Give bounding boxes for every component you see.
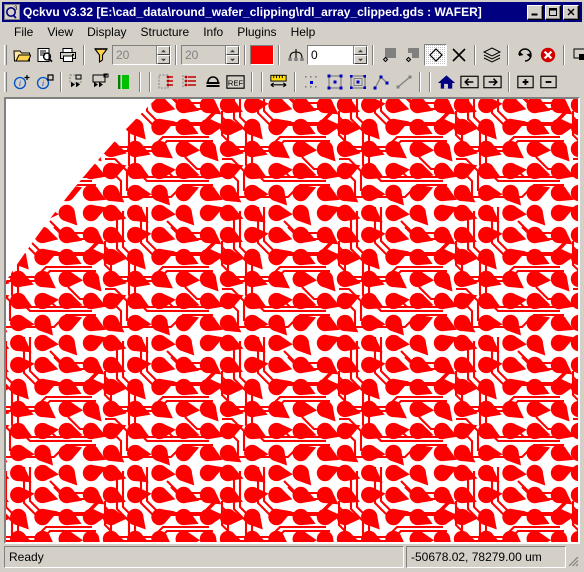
title-bar: 3 Qckvu v3.32 [E:\cad_data\round_wafer_c… [2,2,582,22]
spinner-two[interactable] [225,46,239,64]
select-list-icon[interactable] [178,71,201,93]
menu-item-help[interactable]: Help [284,23,323,41]
close-icon[interactable] [563,4,579,20]
layers-icon[interactable] [480,44,503,66]
toolbar-separator [261,71,263,92]
svg-text:i: i [18,79,20,88]
toolbar-separator [508,71,510,92]
depth-value: 0 [308,46,353,64]
toolbar-separator [278,45,280,65]
toolbar-separator [294,71,296,92]
zoom-out-icon[interactable] [537,71,560,93]
layer-number-value-one: 20 [113,46,156,64]
menu-item-display[interactable]: Display [80,23,133,41]
toolbar-separator [372,45,374,65]
app-qckvu-icon: 3 [4,4,20,20]
resize-grip-icon[interactable] [566,546,580,568]
toolbar-secondary: i i REF [1,68,583,95]
toolbar-separator [60,71,62,92]
toolbar-separator [474,45,476,65]
select-boundary-icon[interactable] [155,71,178,93]
status-message: Ready [4,546,404,568]
fill-hatch-icon[interactable] [424,44,447,66]
spin-down-icon[interactable] [157,55,170,64]
maximize-icon[interactable] [545,4,561,20]
spin-up-icon[interactable] [226,46,239,55]
layer-number-field-one[interactable]: 20 [112,45,171,65]
spinner-one[interactable] [156,46,170,64]
window-overlay-icon[interactable] [569,44,584,66]
forward-arrow-icon[interactable] [481,71,504,93]
toolbar-primary: 20 20 0 [1,42,584,68]
hierarchy-depth-icon[interactable] [284,44,307,66]
depth-field[interactable]: 0 [307,45,368,65]
datatype-number-field-two[interactable]: 20 [181,45,240,65]
toolbar-separator [563,45,565,65]
menu-item-info[interactable]: Info [196,23,230,41]
measure-ruler-icon[interactable] [267,71,290,93]
toolbar-separator [419,71,421,92]
toolbar-separator [149,71,151,92]
fill-none-icon[interactable] [447,44,470,66]
spinner-depth[interactable] [353,46,367,64]
window-controls [527,4,579,20]
menu-item-structure[interactable]: Structure [134,23,197,41]
stop-icon[interactable] [536,44,559,66]
line-icon[interactable] [392,71,415,93]
toolbar-separator [83,45,85,65]
minimize-icon[interactable] [527,4,543,20]
step-all-icon[interactable] [89,71,112,93]
print-icon[interactable] [56,44,79,66]
toolbar-separator [139,71,141,92]
points-icon[interactable] [300,71,323,93]
home-icon[interactable] [435,71,458,93]
box-center-icon[interactable] [346,71,369,93]
application-window: 3 Qckvu v3.32 [E:\cad_data\round_wafer_c… [0,0,584,572]
svg-text:REF: REF [228,78,244,87]
spin-up-icon[interactable] [157,46,170,55]
back-arrow-icon[interactable] [458,71,481,93]
fill-outline-icon[interactable] [401,44,424,66]
info-box-icon[interactable]: i [33,71,56,93]
print-preview-icon[interactable] [33,44,56,66]
zoom-in-icon[interactable] [514,71,537,93]
filter-icon[interactable] [89,44,112,66]
spin-up-icon[interactable] [354,46,367,55]
polyline-icon[interactable] [369,71,392,93]
menu-bar: File View Display Structure Info Plugins… [1,22,583,42]
layout-canvas[interactable] [4,97,580,544]
green-bar-icon[interactable] [112,71,135,93]
box-select-icon[interactable] [323,71,346,93]
toolbar-separator [429,71,431,92]
toolbar-separator [244,45,246,65]
fill-solid-icon[interactable] [378,44,401,66]
menu-item-view[interactable]: View [40,23,80,41]
spin-down-icon[interactable] [226,55,239,64]
status-coordinates: -50678.02, 78279.00 um [406,546,566,568]
toolbar-grip[interactable] [4,71,7,92]
spin-down-icon[interactable] [354,55,367,64]
toolbar-grip[interactable] [4,45,7,65]
window-title: Qckvu v3.32 [E:\cad_data\round_wafer_cli… [23,5,482,19]
info-plus-icon[interactable]: i [10,71,33,93]
toolbar-separator [507,45,509,65]
menu-item-file[interactable]: File [7,23,40,41]
gds-layout-render [6,99,578,542]
step-next-icon[interactable] [66,71,89,93]
status-bar: Ready -50678.02, 78279.00 um [1,544,583,571]
layout-canvas-inner[interactable] [6,99,578,542]
layer-color-swatch[interactable] [250,45,274,65]
refresh-icon[interactable] [513,44,536,66]
ref-icon[interactable]: REF [224,71,247,93]
open-file-icon[interactable] [10,44,33,66]
lock-icon[interactable] [201,71,224,93]
toolbar-separator [251,71,253,92]
datatype-number-value-two: 20 [182,46,225,64]
toolbar-separator [175,45,177,65]
svg-text:i: i [41,79,43,88]
menu-item-plugins[interactable]: Plugins [230,23,283,41]
